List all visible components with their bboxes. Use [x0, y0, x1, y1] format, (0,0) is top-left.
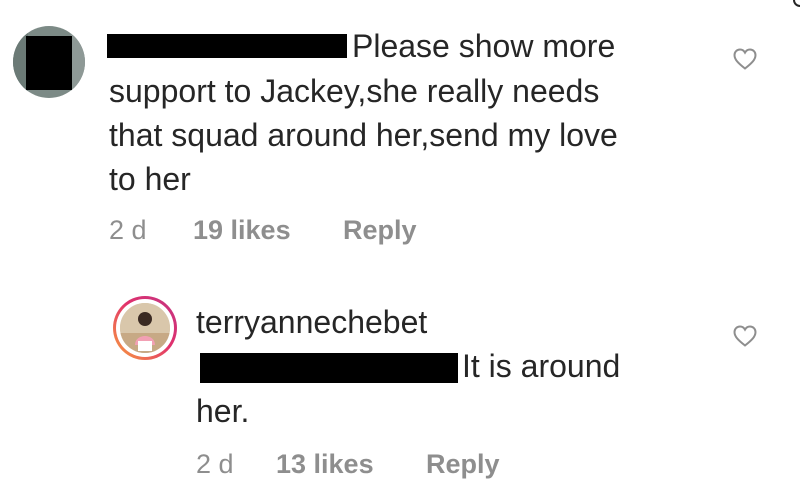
reply-button[interactable]: Reply: [343, 215, 417, 246]
heart-outline-icon[interactable]: [733, 325, 757, 347]
redacted-username: [107, 34, 347, 58]
reply-avatar-story-ring[interactable]: [113, 296, 177, 360]
comment-time: 2 d: [196, 449, 234, 479]
comment-text-line: that squad around her,send my love: [109, 117, 618, 153]
reply-label: Reply: [426, 449, 500, 479]
likes-count-button[interactable]: 19 likes: [193, 215, 291, 246]
reply-username[interactable]: terryannechebet: [196, 302, 427, 342]
comment-text-line: to her: [109, 161, 191, 197]
comment-time: 2 d: [109, 215, 147, 245]
heart-outline-icon[interactable]: [733, 48, 757, 70]
comment-text-first-line: It is around: [462, 348, 621, 384]
redacted-mention: [200, 353, 458, 383]
avatar-ring-gap: [116, 299, 174, 357]
redaction-block: [26, 36, 72, 90]
reply-button[interactable]: Reply: [426, 449, 500, 480]
reply-label: Reply: [343, 215, 417, 245]
likes-count-label: 13 likes: [276, 449, 374, 479]
likes-count-button[interactable]: 13 likes: [276, 449, 374, 480]
likes-count-label: 19 likes: [193, 215, 291, 245]
comment-text-line: support to Jackey,she really needs: [109, 73, 600, 109]
commenter-avatar[interactable]: [13, 26, 85, 98]
comment-text-first-line: Please show more: [352, 28, 616, 64]
avatar-photo: [120, 303, 170, 353]
avatar: [120, 303, 170, 353]
avatar-background: [71, 26, 85, 98]
comment-text-line: her.: [196, 393, 250, 429]
comment-text: support to Jackey,she really needs that …: [109, 69, 709, 201]
corner-mark: [793, 0, 800, 7]
